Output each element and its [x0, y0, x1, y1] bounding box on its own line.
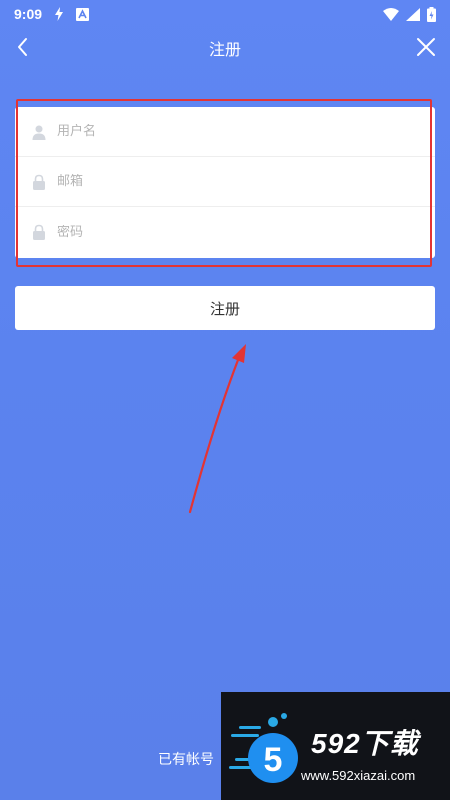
app-bar: 注册: [0, 28, 450, 68]
watermark-emblem: 5: [229, 713, 298, 783]
annotation-highlight-box: [16, 99, 432, 267]
page-title: 注册: [208, 40, 241, 59]
watermark-url: www.592xiazai.com: [301, 768, 416, 783]
watermark-title: 592下载: [311, 728, 419, 759]
status-left: 9:09: [14, 6, 90, 22]
wifi-icon: [383, 7, 399, 21]
login-link[interactable]: 已有帐号: [158, 749, 214, 769]
watermark-digit: 5: [264, 741, 283, 779]
watermark-logo: 5 592下载 www.592xiazai.com: [221, 692, 450, 800]
status-time: 9:09: [14, 6, 43, 22]
close-icon: [417, 38, 435, 56]
register-button[interactable]: 注册: [15, 286, 435, 330]
flash-icon: [55, 7, 64, 21]
close-button[interactable]: [414, 35, 438, 59]
signal-icon: [406, 7, 420, 21]
status-bar: 9:09: [0, 0, 450, 28]
status-right: [383, 6, 436, 22]
battery-icon: [427, 6, 436, 22]
app-notification-icon: [76, 7, 90, 21]
